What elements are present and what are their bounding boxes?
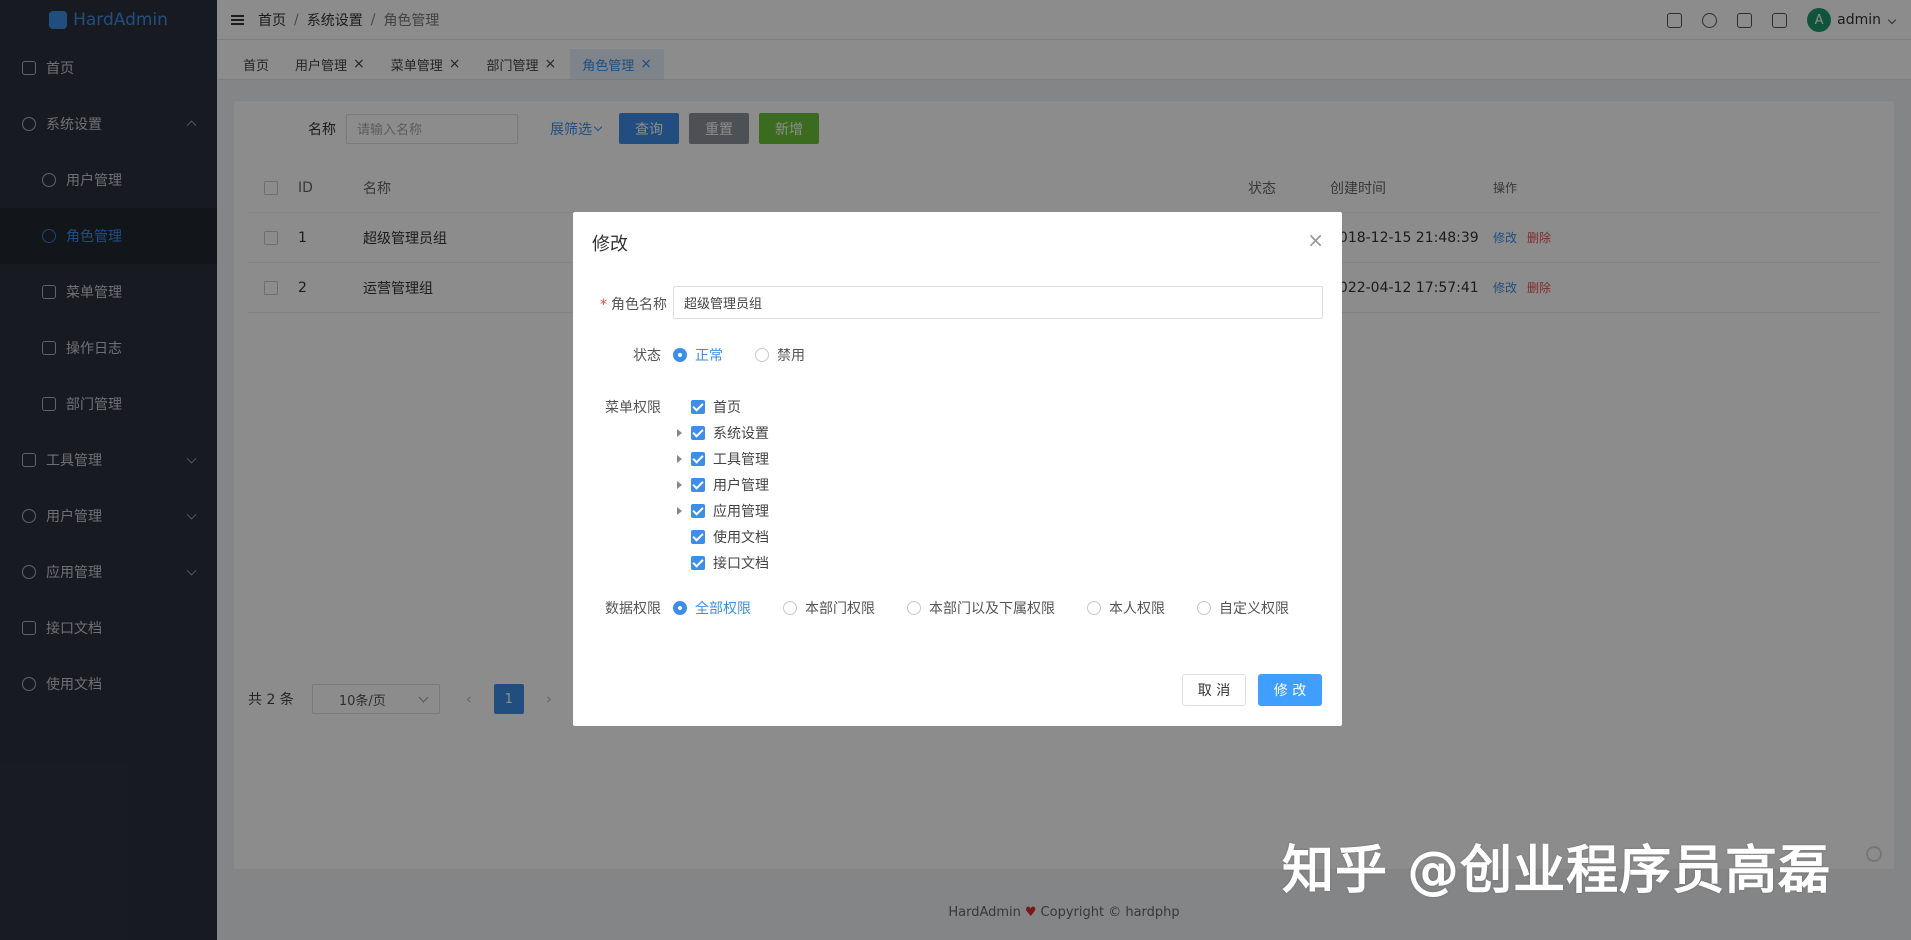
status-radio-normal[interactable]: 正常 — [673, 345, 723, 365]
status-radio-group: 正常 禁用 — [673, 345, 805, 365]
data-radio-department[interactable]: 本部门权限 — [783, 598, 875, 618]
data-permission-radio-group: 全部权限 本部门权限 本部门以及下属权限 本人权限 自定义权限 — [673, 598, 1289, 618]
tree-node-api-docs[interactable]: 接口文档 — [691, 550, 769, 576]
radio-dot — [907, 601, 921, 615]
radio-dot — [673, 348, 687, 362]
checkbox-checked[interactable] — [691, 400, 705, 414]
radio-dot — [1197, 601, 1211, 615]
caret-right-icon[interactable] — [677, 481, 682, 489]
gear-icon[interactable] — [1866, 846, 1882, 862]
data-radio-department-and-sub[interactable]: 本部门以及下属权限 — [907, 598, 1055, 618]
caret-right-icon[interactable] — [677, 455, 682, 463]
menu-permission-tree: 首页 系统设置 工具管理 用户管理 应用管理 使用文档 接口文档 — [691, 394, 769, 576]
menu-permission-label: 菜单权限 — [587, 397, 661, 417]
edit-role-dialog: 修改 × *角色名称 超级管理员组 状态 正常 禁用 菜单权限 首页 系统设置 … — [573, 212, 1342, 726]
radio-dot — [755, 348, 769, 362]
caret-right-icon[interactable] — [677, 429, 682, 437]
role-name-label: *角色名称 — [587, 294, 667, 314]
radio-dot — [1087, 601, 1101, 615]
checkbox-checked[interactable] — [691, 530, 705, 544]
radio-dot — [673, 601, 687, 615]
data-permission-label: 数据权限 — [587, 598, 661, 618]
checkbox-checked[interactable] — [691, 452, 705, 466]
dialog-title: 修改 — [592, 230, 628, 256]
tree-node-user-management[interactable]: 用户管理 — [691, 472, 769, 498]
tree-node-tool-management[interactable]: 工具管理 — [691, 446, 769, 472]
status-label: 状态 — [587, 345, 661, 365]
cancel-button[interactable]: 取 消 — [1182, 674, 1246, 706]
data-radio-all[interactable]: 全部权限 — [673, 598, 751, 618]
radio-dot — [783, 601, 797, 615]
checkbox-checked[interactable] — [691, 426, 705, 440]
required-mark: * — [600, 297, 607, 313]
caret-right-icon[interactable] — [677, 507, 682, 515]
tree-node-app-management[interactable]: 应用管理 — [691, 498, 769, 524]
tree-node-home[interactable]: 首页 — [691, 394, 769, 420]
data-radio-custom[interactable]: 自定义权限 — [1197, 598, 1289, 618]
close-icon[interactable]: × — [1307, 228, 1324, 252]
checkbox-checked[interactable] — [691, 504, 705, 518]
zhihu-watermark-text: 知乎 @创业程序员高磊 — [1282, 828, 1831, 903]
tree-node-usage-docs[interactable]: 使用文档 — [691, 524, 769, 550]
status-radio-disabled[interactable]: 禁用 — [755, 345, 805, 365]
tree-node-system-settings[interactable]: 系统设置 — [691, 420, 769, 446]
confirm-edit-button[interactable]: 修 改 — [1258, 674, 1322, 706]
checkbox-checked[interactable] — [691, 556, 705, 570]
role-name-input[interactable]: 超级管理员组 — [673, 286, 1323, 319]
data-radio-self[interactable]: 本人权限 — [1087, 598, 1165, 618]
checkbox-checked[interactable] — [691, 478, 705, 492]
